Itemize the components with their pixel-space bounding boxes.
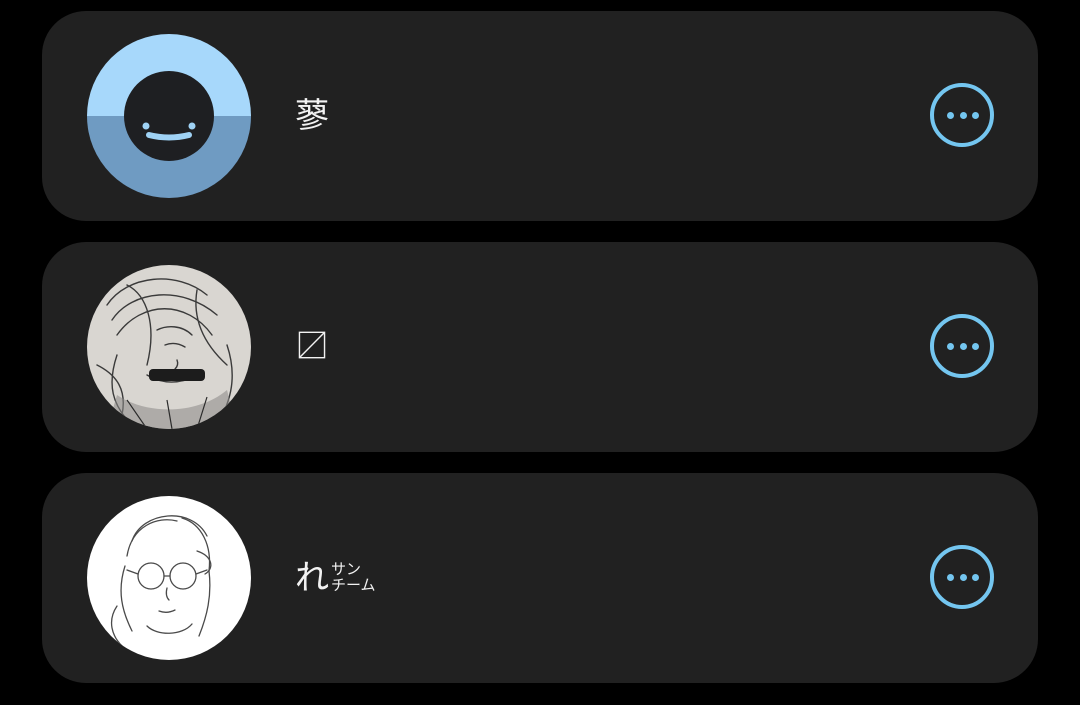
contact-name-text: 蓼 bbox=[295, 96, 329, 136]
avatar[interactable] bbox=[87, 34, 251, 198]
contact-name-ruby: サン チーム bbox=[331, 561, 376, 593]
contact-name-text: 〼 bbox=[295, 327, 329, 367]
contact-name-text: れ bbox=[295, 558, 329, 598]
smiley-avatar-icon bbox=[87, 34, 251, 198]
contact-card[interactable]: れサン チーム bbox=[42, 473, 1038, 683]
dot bbox=[947, 343, 954, 350]
dot bbox=[972, 574, 979, 581]
avatar[interactable] bbox=[87, 496, 251, 660]
dot bbox=[972, 343, 979, 350]
contact-name: 〼 bbox=[295, 320, 329, 374]
dot bbox=[972, 112, 979, 119]
more-options-icon[interactable] bbox=[930, 83, 994, 147]
dot bbox=[959, 112, 967, 119]
ruby-line: サン bbox=[331, 559, 362, 578]
contact-name: れサン チーム bbox=[295, 551, 376, 605]
dot bbox=[947, 574, 954, 581]
contact-card[interactable]: 蓼 bbox=[42, 11, 1038, 221]
sketch-glasses-portrait-icon bbox=[87, 496, 251, 660]
contact-list: 蓼 〼 れ サン チーム bbox=[0, 0, 1080, 705]
contact-name: 蓼 bbox=[295, 89, 329, 143]
sketch-portrait-icon bbox=[87, 265, 251, 429]
ruby-line: チーム bbox=[331, 575, 376, 594]
dot bbox=[947, 112, 954, 119]
more-options-icon[interactable] bbox=[930, 314, 994, 378]
contact-card[interactable]: 〼 bbox=[42, 242, 1038, 452]
avatar[interactable] bbox=[87, 265, 251, 429]
more-options-icon[interactable] bbox=[930, 545, 994, 609]
dot bbox=[959, 343, 967, 350]
dot bbox=[959, 574, 967, 581]
